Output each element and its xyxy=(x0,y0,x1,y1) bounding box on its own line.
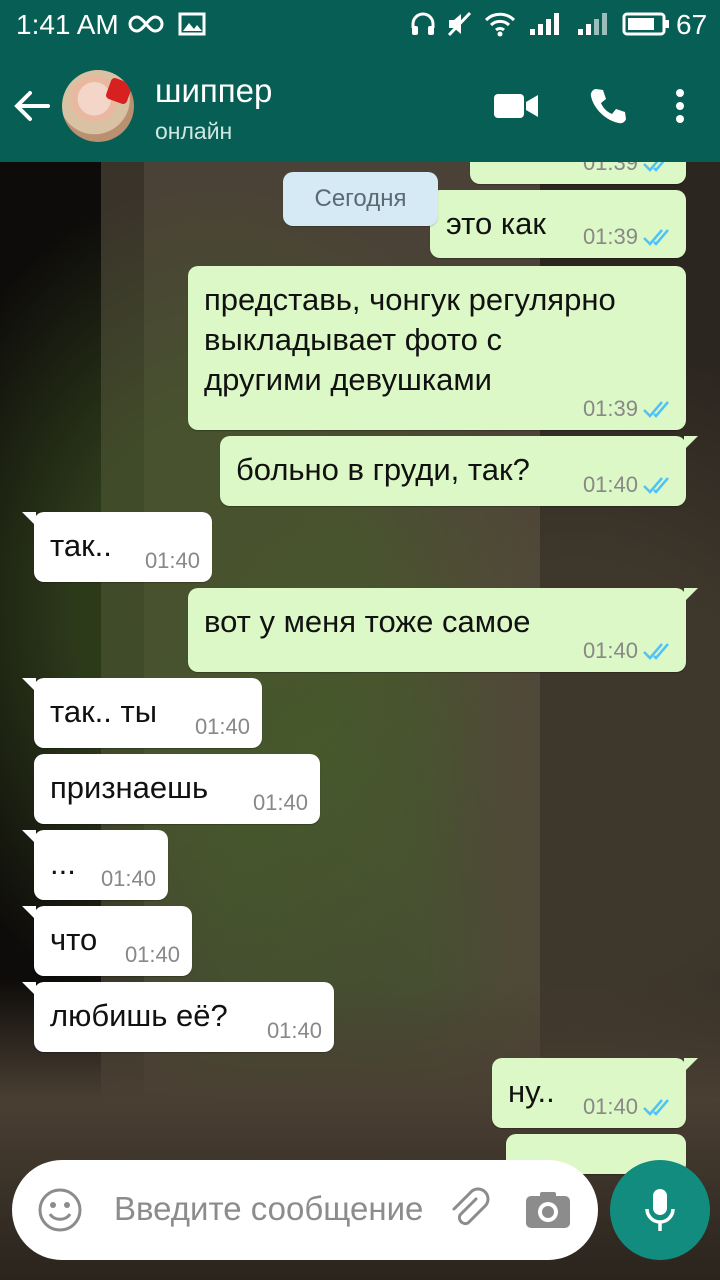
message-time: 01:40 xyxy=(266,1018,322,1043)
mute-icon xyxy=(446,8,472,40)
contact-name[interactable]: шиппер xyxy=(155,72,272,110)
microphone-icon xyxy=(645,1189,675,1231)
image-icon xyxy=(178,8,206,40)
message-time: 01:40 xyxy=(124,942,180,967)
message-time: 01:40 xyxy=(582,1094,638,1119)
back-button[interactable] xyxy=(10,84,54,128)
message-text: больно в груди, так? xyxy=(236,452,530,487)
message-input[interactable]: Введите сообщение xyxy=(114,1190,423,1228)
message-bubble[interactable]: так.. 01:40 xyxy=(22,512,212,582)
message-input-bar: Введите сообщение xyxy=(12,1160,598,1260)
message-time: 01:40 xyxy=(144,548,200,573)
double-check-icon xyxy=(643,643,669,660)
message-text: так.. xyxy=(50,528,112,563)
camera-icon xyxy=(526,1192,570,1228)
infinity-icon xyxy=(128,8,164,40)
message-time: 01:39 xyxy=(582,396,638,421)
message-text: любишь её? xyxy=(50,998,228,1033)
double-check-icon xyxy=(643,477,669,494)
message-text: представь, чонгук регулярно выкладывает … xyxy=(204,282,616,397)
avatar[interactable] xyxy=(62,70,134,142)
double-check-icon xyxy=(643,1099,669,1116)
message-text: так.. ты xyxy=(50,694,157,729)
arrow-left-icon xyxy=(14,91,50,121)
message-time: 01:40 xyxy=(582,638,638,663)
date-divider: Сегодня xyxy=(283,172,438,226)
double-check-icon xyxy=(643,162,665,172)
video-call-button[interactable] xyxy=(490,80,542,132)
signal-icon xyxy=(528,8,564,40)
camera-button[interactable] xyxy=(520,1186,576,1234)
message-bubble[interactable]: признаешь 01:40 xyxy=(34,754,320,824)
message-bubble[interactable]: 01:39 xyxy=(470,162,686,184)
battery-icon xyxy=(622,8,670,40)
video-camera-icon xyxy=(494,94,538,118)
message-text: ну.. xyxy=(508,1074,555,1109)
message-bubble[interactable]: что 01:40 xyxy=(22,906,192,976)
message-bubble[interactable]: вот у меня тоже самое 01:40 xyxy=(188,588,698,672)
message-text: ... xyxy=(50,846,76,881)
message-bubble[interactable]: больно в груди, так? 01:40 xyxy=(220,436,698,506)
message-bubble[interactable]: ... 01:40 xyxy=(22,830,168,900)
voice-call-button[interactable] xyxy=(584,80,632,132)
wifi-icon xyxy=(484,8,516,40)
more-options-button[interactable] xyxy=(662,80,698,132)
message-bubble[interactable]: ну.. 01:40 xyxy=(492,1058,698,1128)
paperclip-icon xyxy=(452,1187,490,1226)
message-text: признаешь xyxy=(50,770,209,805)
message-bubble[interactable]: это как 01:39 xyxy=(430,190,686,258)
message-time: 01:40 xyxy=(100,866,156,891)
message-time: 01:40 xyxy=(194,714,250,739)
message-time: 01:39 xyxy=(582,224,638,249)
message-text: это как xyxy=(446,206,546,241)
chat-area[interactable]: 01:39 это как 01:39 Сегодня представь, ч… xyxy=(0,162,720,1280)
message-bubble[interactable]: представь, чонгук регулярно выкладывает … xyxy=(188,266,686,430)
status-time: 1:41 AM xyxy=(16,9,119,40)
message-time: 01:40 xyxy=(252,790,308,815)
signal-3g-icon xyxy=(576,8,612,40)
contact-status: онлайн xyxy=(155,118,233,144)
smiley-icon xyxy=(38,1188,82,1232)
more-vert-icon xyxy=(676,89,684,123)
emoji-button[interactable] xyxy=(36,1186,84,1234)
double-check-icon xyxy=(643,401,669,418)
message-bubble[interactable]: так.. ты 01:40 xyxy=(22,678,262,748)
headphones-icon xyxy=(410,8,436,40)
chat-header: шиппер онлайн xyxy=(0,50,720,162)
double-check-icon xyxy=(643,229,669,246)
voice-message-button[interactable] xyxy=(610,1160,710,1260)
battery-level: 67 xyxy=(676,9,708,40)
phone-icon xyxy=(590,89,626,124)
status-bar: 1:41 AM 67 xyxy=(0,0,720,50)
message-time: 01:40 xyxy=(582,472,638,497)
message-bubble[interactable]: любишь её? 01:40 xyxy=(22,982,334,1052)
message-text: что xyxy=(50,922,98,957)
message-text: вот у меня тоже самое xyxy=(204,604,531,639)
message-time: 01:39 xyxy=(582,162,638,175)
attach-button[interactable] xyxy=(444,1186,494,1234)
